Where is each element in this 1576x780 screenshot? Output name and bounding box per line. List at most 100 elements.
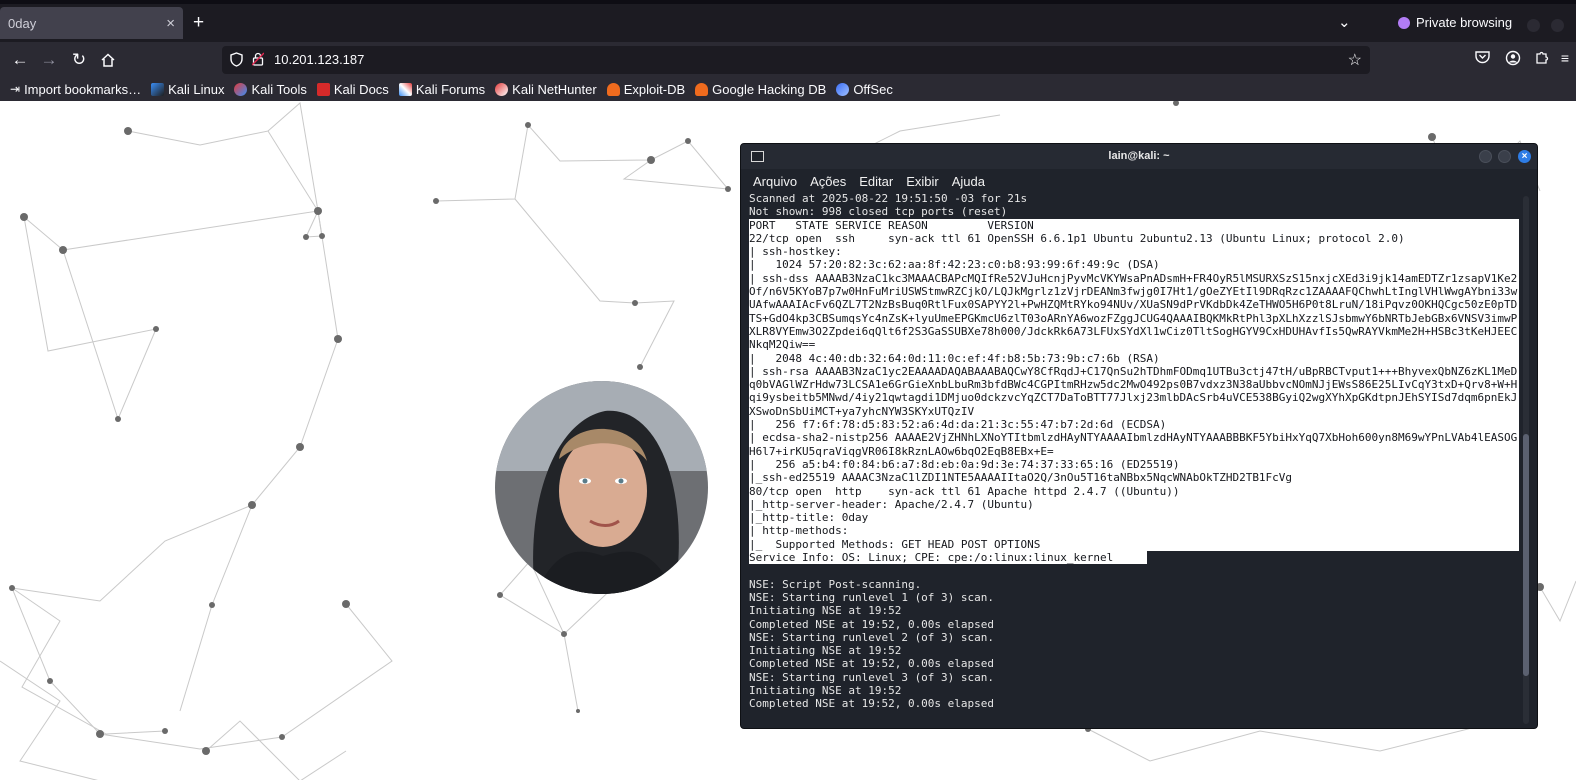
- bookmark-label: Kali NetHunter: [512, 81, 597, 97]
- bookmark-exploit-db[interactable]: Exploit-DB: [606, 81, 686, 97]
- private-mask-icon: [1398, 16, 1410, 29]
- terminal-line: XLR8VYEmw3O2Zpdei6qQlt6f2S3GaSSUBXe78h00…: [749, 324, 1519, 339]
- terminal-maximize-button[interactable]: [1498, 150, 1511, 163]
- terminal-line: NSE: Script Post-scanning.: [749, 577, 922, 591]
- terminal-line: | 1024 57:20:82:3c:62:aa:8f:42:23:c0:b8:…: [749, 258, 1519, 272]
- terminal-line: Of/n6V5KYoB7p7w0HnFuMriUSWStmwRZCjkO/LQJ…: [749, 285, 1519, 299]
- terminal-line: Completed NSE at 19:52, 0.00s elapsed: [749, 697, 995, 711]
- terminal-line: 22/tcp open ssh syn-ack ttl 61 OpenSSH 6…: [749, 231, 1519, 246]
- terminal-line: qi9ysbeitb5MNwd/4iy21qwtagdi1DMjuo0dckzv…: [749, 391, 1519, 405]
- tab-close-icon[interactable]: ×: [166, 15, 175, 32]
- terminal-line: Completed NSE at 19:52, 0.00s elapsed: [749, 657, 995, 671]
- menu-ajuda[interactable]: Ajuda: [952, 174, 985, 189]
- insecure-lock-icon[interactable]: [251, 52, 265, 66]
- terminal-scrollbar[interactable]: [1523, 196, 1529, 724]
- terminal-line: NkqM2Qiw==: [749, 338, 1519, 352]
- kali-forums-icon: [398, 82, 412, 96]
- terminal-line: | ecdsa-sha2-nistp256 AAAAE2VjZHNhLXNoYT…: [749, 431, 1519, 445]
- terminal-line: | ssh-dss AAAAB3NzaC1kc3MAAACBAPcMQIfRe5…: [749, 271, 1519, 286]
- terminal-line: | ssh-rsa AAAAB3NzaC1yc2EAAAADAQABAAABAQ…: [749, 364, 1519, 379]
- kali-docs-icon: [316, 82, 330, 96]
- bookmark-label: Kali Tools: [251, 81, 307, 97]
- kali-dragon-icon: [151, 82, 165, 96]
- terminal-minimize-button[interactable]: [1479, 150, 1492, 163]
- ghdb-icon: [695, 82, 709, 96]
- terminal-line: UAfwAAAIAcFv6QZL7T2NzBsBuq0RtlFux0SAPYY2…: [749, 298, 1519, 312]
- tracking-protection-shield-icon[interactable]: [230, 52, 243, 70]
- bookmark-kali-tools[interactable]: Kali Tools: [234, 81, 307, 97]
- terminal-line: Initiating NSE at 19:52: [749, 644, 902, 658]
- terminal-line: | 2048 4c:40:db:32:64:0d:11:0c:ef:4f:b8:…: [749, 351, 1519, 365]
- profile-avatar: [495, 381, 708, 594]
- terminal-line: |_http-server-header: Apache/2.4.7 (Ubun…: [749, 497, 1519, 512]
- pocket-icon[interactable]: [1473, 50, 1491, 67]
- menu-editar[interactable]: Editar: [859, 174, 893, 189]
- terminal-line: Initiating NSE at 19:52: [749, 683, 902, 697]
- terminal-line: |_ Supported Methods: GET HEAD POST OPTI…: [749, 537, 1519, 552]
- bookmark-kali-forums[interactable]: Kali Forums: [398, 81, 486, 97]
- terminal-scroll-thumb[interactable]: [1523, 434, 1529, 676]
- terminal-line: NSE: Starting runlevel 2 (of 3) scan.: [749, 630, 995, 644]
- menu-arquivo[interactable]: Arquivo: [753, 174, 797, 189]
- bookmark-label: Exploit-DB: [623, 81, 686, 97]
- bookmark-star-icon[interactable]: ☆: [1348, 50, 1362, 70]
- terminal-line: | 256 f7:6f:78:d5:83:52:a6:4d:da:21:3c:5…: [749, 418, 1519, 432]
- terminal-line: |_ssh-ed25519 AAAAC3NzaC1lZDI1NTE5AAAAII…: [749, 471, 1519, 485]
- menu-exibir[interactable]: Exibir: [906, 174, 939, 189]
- terminal-line: XSwoDnSbUiMCT+ya7yhcNYW3SKYxUTQzIV: [749, 404, 1519, 419]
- home-icon[interactable]: [97, 49, 119, 71]
- navigation-toolbar: ← → ↻ 10.201.123.187 ☆ ≡: [0, 42, 1576, 77]
- window-minimize-button[interactable]: [1527, 19, 1540, 32]
- terminal-line: | http-methods:: [749, 524, 1519, 538]
- terminal-line: q0bVAGlWZrHdw73LCSA1e6GrGieXnbLbuRm3bfdB…: [749, 378, 1519, 392]
- import-icon: ⇥: [10, 82, 21, 96]
- terminal-title: lain@kali: ~: [1108, 150, 1170, 162]
- terminal-close-button[interactable]: ×: [1518, 150, 1531, 163]
- nethunter-icon: [495, 82, 509, 96]
- bookmark-kali-docs[interactable]: Kali Docs: [316, 82, 389, 97]
- terminal-line: TS+GdO4kp3CBSumqsYc4nZsK+lyuUmeEPGKmcU6z…: [749, 311, 1519, 325]
- terminal-menubar: Arquivo Ações Editar Exibir Ajuda: [741, 169, 1537, 193]
- terminal-output[interactable]: Scanned at 2025-08-22 19:51:50 -03 for 2…: [749, 192, 1521, 722]
- tab-bar: 0day × + ⌄ Private browsing: [0, 4, 1576, 42]
- terminal-line: Scanned at 2025-08-22 19:51:50 -03 for 2…: [749, 192, 1028, 205]
- bookmark-label: Google Hacking DB: [712, 81, 827, 97]
- reload-icon[interactable]: ↻: [68, 49, 90, 71]
- terminal-line: 80/tcp open http syn-ack ttl 61 Apache h…: [749, 484, 1519, 498]
- terminal-line: Service Info: OS: Linux; CPE: cpe:/o:lin…: [749, 551, 1521, 565]
- terminal-line: | 256 a5:b4:f0:84:b6:a7:8d:eb:0a:9d:3e:7…: [749, 457, 1519, 472]
- new-tab-button[interactable]: +: [193, 13, 204, 32]
- bookmark-google-hacking-db[interactable]: Google Hacking DB: [695, 82, 826, 97]
- account-icon[interactable]: [1504, 50, 1522, 69]
- bookmark-kali-linux[interactable]: Kali Linux: [151, 82, 224, 97]
- tab-0day[interactable]: 0day ×: [0, 7, 183, 39]
- back-arrow-icon[interactable]: ←: [9, 49, 31, 71]
- exploit-db-icon: [606, 82, 620, 96]
- private-browsing-label: Private browsing: [1416, 15, 1513, 30]
- terminal-line: | ssh-hostkey:: [749, 245, 1519, 259]
- terminal-titlebar[interactable]: lain@kali: ~ ×: [741, 144, 1537, 169]
- extensions-puzzle-icon[interactable]: [1533, 50, 1551, 68]
- list-all-tabs-chevron-icon[interactable]: ⌄: [1338, 13, 1351, 31]
- bookmark-kali-nethunter[interactable]: Kali NetHunter: [495, 82, 597, 97]
- terminal-line: Completed NSE at 19:52, 0.00s elapsed: [749, 617, 995, 631]
- bookmark-offsec[interactable]: OffSec: [836, 82, 893, 97]
- terminal-window[interactable]: lain@kali: ~ × Arquivo Ações Editar Exib…: [740, 143, 1538, 729]
- bookmark-label: Kali Linux: [168, 81, 225, 97]
- bookmark-label: Kali Forums: [415, 81, 486, 97]
- terminal-line: NSE: Starting runlevel 3 (of 3) scan.: [749, 670, 995, 684]
- window-close-button[interactable]: [1551, 19, 1564, 32]
- private-browsing-indicator: Private browsing: [1398, 15, 1512, 30]
- bookmark-import[interactable]: ⇥ Import bookmarks…: [10, 82, 141, 97]
- menu-hamburger-icon[interactable]: ≡: [1556, 50, 1574, 66]
- url-bar[interactable]: 10.201.123.187 ☆: [222, 46, 1370, 74]
- forward-arrow-icon[interactable]: →: [38, 49, 60, 71]
- terminal-line-text: Service Info: OS: Linux; CPE: cpe:/o:lin…: [749, 551, 1147, 565]
- menu-acoes[interactable]: Ações: [810, 174, 846, 189]
- bookmarks-toolbar: ⇥ Import bookmarks… Kali Linux Kali Tool…: [0, 77, 1576, 101]
- url-text[interactable]: 10.201.123.187: [274, 52, 364, 67]
- terminal-line: Not shown: 998 closed tcp ports (reset): [749, 205, 1008, 219]
- terminal-line: Initiating NSE at 19:52: [749, 604, 902, 618]
- terminal-line: |_http-title: 0day: [749, 511, 1519, 525]
